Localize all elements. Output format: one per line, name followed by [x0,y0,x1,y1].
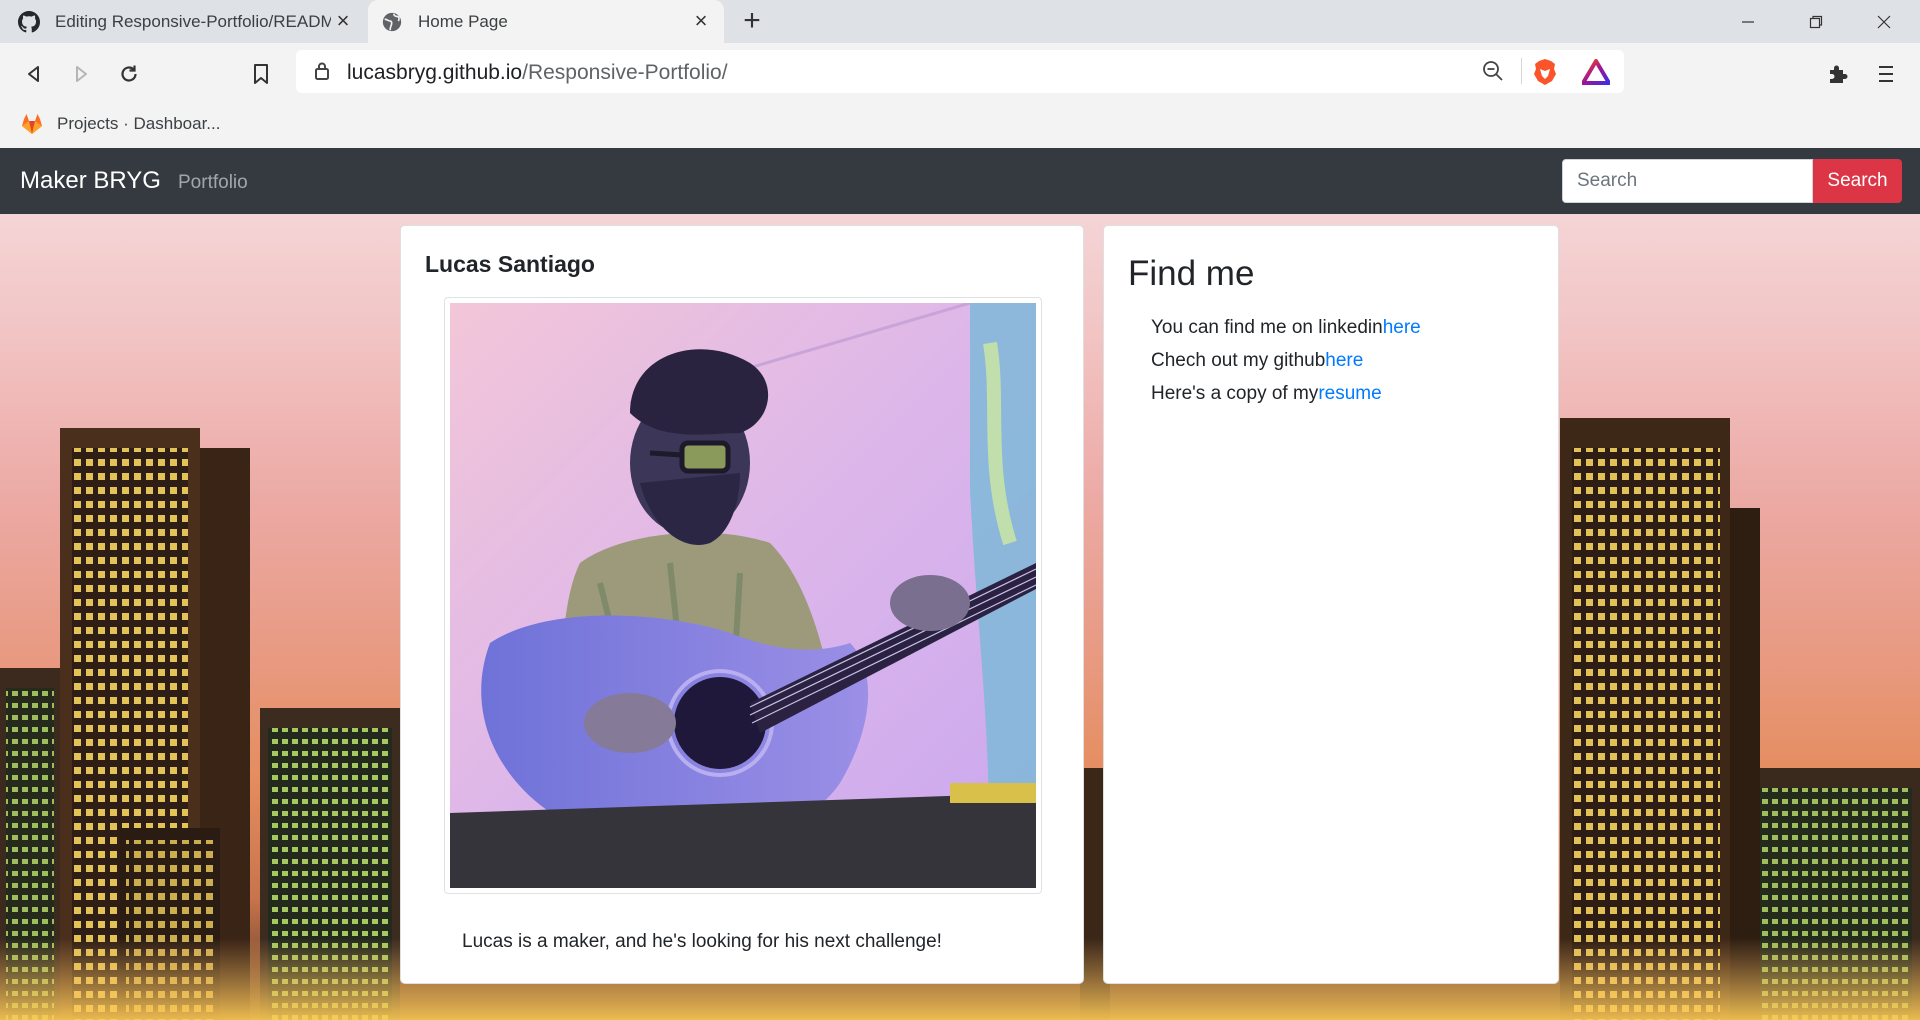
list-item: You can find me on linkedinhere [1151,311,1421,344]
globe-icon [380,10,404,34]
bookmark-projects-dashboard[interactable]: Projects · Dashboar... [20,108,220,140]
zoom-out-icon[interactable] [1482,60,1504,87]
close-icon[interactable]: × [332,10,354,32]
search-input[interactable] [1562,159,1813,203]
navbar-brand[interactable]: Maker BRYG [20,167,161,195]
find-me-title: Find me [1128,254,1255,293]
github-link[interactable]: here [1325,350,1363,371]
list-item: Here's a copy of myresume [1151,377,1421,410]
plus-icon[interactable]: + [738,6,766,36]
brave-rewards-icon[interactable] [1581,59,1611,90]
list-item-text: You can find me on linkedin [1151,317,1383,338]
tab-title: Home Page [418,11,508,31]
divider [1521,58,1522,84]
find-me-card: Find me You can find me on linkedinhere … [1103,225,1559,984]
find-me-list: You can find me on linkedinhere Chech ou… [1151,311,1421,410]
list-item: Chech out my githubhere [1151,344,1421,377]
brave-shield-icon[interactable] [1532,58,1558,91]
browser-toolbar: lucasbryg.github.io/Responsive-Portfolio… [0,43,1920,104]
bookmark-icon[interactable] [244,57,278,91]
nav-link-portfolio[interactable]: Portfolio [178,172,248,194]
gitlab-icon [22,114,42,134]
search-button[interactable]: Search [1813,159,1902,203]
reload-icon[interactable] [112,57,146,91]
list-item-text: Chech out my github [1151,350,1326,371]
window-close-icon[interactable] [1850,0,1918,43]
back-icon[interactable] [17,57,51,91]
profile-photo [450,303,1036,888]
tab-home-page[interactable]: Home Page × [368,0,724,43]
linkedin-link[interactable]: here [1383,317,1421,338]
navbar: Maker BRYG Portfolio Search [0,148,1920,214]
resume-link[interactable]: resume [1318,383,1381,404]
list-item-text: Here's a copy of my [1151,383,1319,404]
address-bar[interactable]: lucasbryg.github.io/Responsive-Portfolio… [296,50,1624,93]
url-host: lucasbryg.github.io [347,61,523,84]
forward-icon[interactable] [64,57,98,91]
close-icon[interactable]: × [690,10,712,32]
profile-card: Lucas Santiago Lucas is a maker, and he'… [400,225,1084,984]
lock-icon[interactable] [314,61,330,86]
url-text: lucasbryg.github.io/Responsive-Portfolio… [347,61,728,85]
restore-icon[interactable] [1782,0,1850,43]
profile-photo-frame [444,297,1042,894]
profile-name: Lucas Santiago [425,251,595,277]
extensions-icon[interactable] [1821,57,1855,91]
bookmark-label: Projects · Dashboar... [57,114,221,133]
tab-editing-readme[interactable]: Editing Responsive-Portfolio/README × [0,0,366,43]
menu-icon[interactable] [1869,57,1903,91]
tab-strip: Editing Responsive-Portfolio/README × Ho… [0,0,1920,43]
tab-title: Editing Responsive-Portfolio/README [55,11,331,31]
profile-description: Lucas is a maker, and he's looking for h… [462,931,942,952]
github-icon [17,10,41,34]
url-path: /Responsive-Portfolio/ [522,61,728,84]
bookmarks-bar: Projects · Dashboar... [0,104,1920,148]
web-page: Maker BRYG Portfolio Search Lucas Santia… [0,148,1920,1020]
minimize-icon[interactable] [1714,0,1782,43]
